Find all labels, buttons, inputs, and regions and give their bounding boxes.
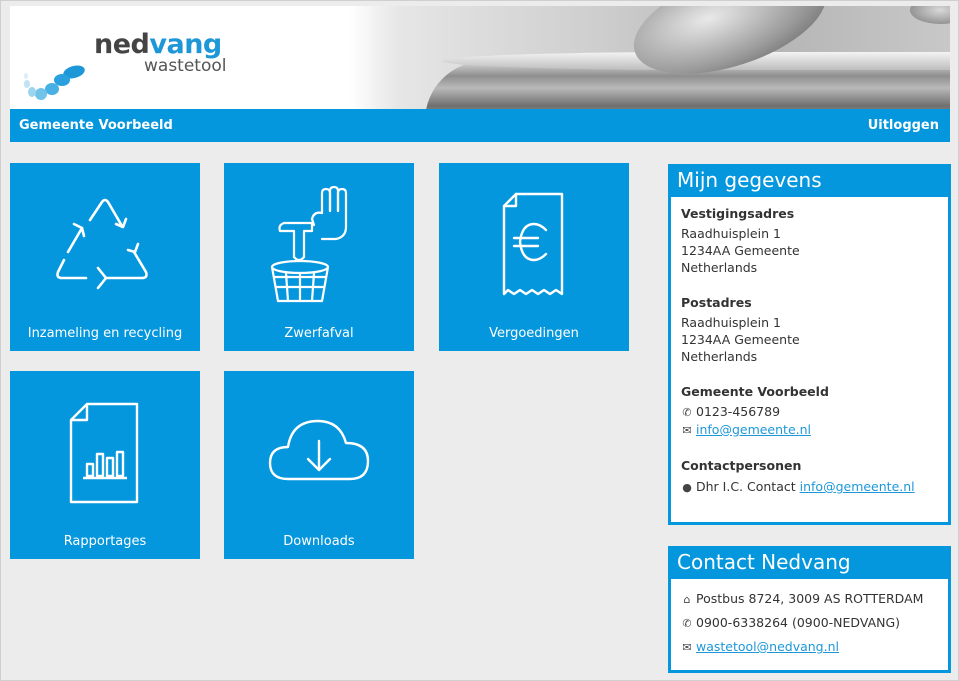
contact-person: ● Dhr I.C. Contact info@gemeente.nl [681, 478, 938, 496]
tile-inzameling[interactable]: Inzameling en recycling [10, 163, 200, 351]
phone-icon: ✆ [682, 617, 692, 630]
tile-vergoedingen[interactable]: Vergoedingen [439, 163, 629, 351]
app-frame: nedvang wastetool Gemeente Voorbeeld Uit… [0, 0, 959, 681]
tile-label: Zwerfafval [284, 326, 354, 341]
tile-rapportages[interactable]: Rapportages [10, 371, 200, 559]
envelope-icon: ✉ [682, 424, 692, 437]
euro-receipt-icon [439, 185, 629, 305]
mijn-gegevens-panel: Mijn gegevens Vestigingsadres Raadhuispl… [668, 164, 951, 525]
contact-nedvang-panel: Contact Nedvang ⌂ Postbus 8724, 3009 AS R… [668, 546, 951, 673]
top-bar: Gemeente Voorbeeld Uitloggen [10, 109, 950, 142]
envelope-icon: ✉ [682, 641, 692, 654]
gemeente-heading: Gemeente Voorbeeld [681, 384, 829, 399]
tile-label: Rapportages [63, 534, 147, 549]
cloud-download-icon [224, 393, 414, 513]
phone-icon: ✆ [682, 406, 692, 419]
email-link[interactable]: wastetool@nedvang.nl [696, 639, 839, 654]
phone-number: 0123-456789 [696, 404, 781, 419]
logo-product: wastetool [144, 56, 227, 76]
tile-downloads[interactable]: Downloads [224, 371, 414, 559]
panel-title: Mijn gegevens [668, 164, 951, 197]
logo-ned: ned [94, 29, 150, 60]
address-line: Raadhuisplein 1 [681, 315, 781, 330]
address-line: Netherlands [681, 349, 758, 364]
gemeente-phone: ✆ 0123-456789 [681, 403, 938, 421]
tile-zwerfafval[interactable]: Zwerfafval [224, 163, 414, 351]
contact-name: Dhr I.C. Contact [696, 479, 796, 494]
nedvang-phone: ✆ 0900-6338264 (0900-NEDVANG) [681, 611, 938, 635]
email-link[interactable]: info@gemeente.nl [696, 422, 811, 437]
phone-number: 0900-6338264 (0900-NEDVANG) [696, 615, 901, 630]
user-icon: ● [682, 481, 692, 494]
nedvang-logo[interactable]: nedvang wastetool [22, 26, 262, 106]
contact-email-link[interactable]: info@gemeente.nl [800, 479, 915, 494]
litter-bin-icon [224, 185, 414, 305]
vestigingsadres-heading: Vestigingsadres [681, 206, 795, 221]
nedvang-email: ✉ wastetool@nedvang.nl [681, 635, 938, 659]
gemeente-email: ✉ info@gemeente.nl [681, 421, 938, 439]
organization-name: Gemeente Voorbeeld [19, 118, 173, 133]
header-photo [350, 6, 950, 109]
tile-label: Inzameling en recycling [27, 326, 183, 341]
address-text: Postbus 8724, 3009 AS ROTTERDAM [696, 591, 924, 606]
address-line: Raadhuisplein 1 [681, 226, 781, 241]
tile-label: Downloads [283, 534, 355, 549]
report-chart-icon [10, 393, 200, 513]
tile-label: Vergoedingen [489, 326, 579, 341]
postadres-heading: Postadres [681, 295, 752, 310]
header-banner: nedvang wastetool [10, 6, 950, 109]
home-icon: ⌂ [683, 593, 691, 606]
contactpersonen-heading: Contactpersonen [681, 458, 802, 473]
panel-title: Contact Nedvang [668, 546, 951, 579]
address-line: 1234AA Gemeente [681, 243, 800, 258]
nedvang-address: ⌂ Postbus 8724, 3009 AS ROTTERDAM [681, 587, 938, 611]
recycle-icon [10, 185, 200, 305]
pebbles-icon [24, 65, 85, 100]
logout-link[interactable]: Uitloggen [868, 118, 939, 133]
address-line: Netherlands [681, 260, 758, 275]
address-line: 1234AA Gemeente [681, 332, 800, 347]
